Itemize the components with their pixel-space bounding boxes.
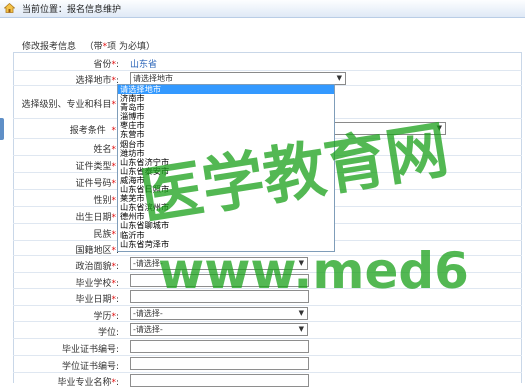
name-label: 姓名*:: [93, 145, 119, 155]
degree-select[interactable]: -请选择- ▼: [130, 323, 308, 336]
city-option[interactable]: 东营市: [118, 130, 334, 139]
row-grad-cert: 毕业证书编号:: [13, 338, 522, 356]
province-label: 省份*:: [93, 60, 119, 70]
row-grad-date: 毕业日期*:: [13, 288, 522, 306]
city-option[interactable]: 淄博市: [118, 112, 334, 121]
politics-label: 政治面貌*:: [75, 262, 119, 272]
breadcrumb: 当前位置：报名信息维护: [22, 5, 122, 15]
row-degree: 学位: -请选择- ▼: [13, 321, 522, 339]
city-option[interactable]: 济南市: [118, 93, 334, 103]
city-option[interactable]: 枣庄市: [118, 121, 334, 130]
city-option[interactable]: 山东省菏泽市: [118, 239, 334, 249]
grad-date-label: 毕业日期*:: [75, 295, 119, 305]
chevron-down-icon: ▼: [298, 309, 304, 317]
condition-label: 报考条件 *:: [69, 126, 119, 136]
degree-cert-label: 学位证书编号:: [61, 362, 119, 372]
city-option[interactable]: 山东省日照市: [118, 184, 334, 194]
city-option[interactable]: 请选择地市: [118, 85, 334, 95]
politics-select[interactable]: -请选择- ▼: [130, 257, 308, 270]
row-education: 学历*: -请选择- ▼: [13, 305, 522, 322]
city-dropdown-list[interactable]: 请选择地市 济南市 青岛市 淄博市 枣庄市 东营市 烟台市 潍坊市 山东省济宁市…: [117, 84, 335, 252]
grad-date-input[interactable]: [130, 290, 309, 303]
row-degree-cert: 学位证书编号:: [13, 355, 522, 373]
row-school: 毕业学校*:: [13, 272, 522, 289]
city-option[interactable]: 山东省聊城市: [118, 221, 334, 230]
city-option[interactable]: 山东省滨州市: [118, 203, 334, 212]
id-number-label: 证件号码*:: [75, 179, 119, 189]
required-note: （带*项 为必填）: [84, 42, 156, 52]
education-select[interactable]: -请选择- ▼: [130, 307, 308, 320]
level-label: 选择级别、专业和科目*:: [21, 100, 119, 110]
chevron-down-icon: ▼: [336, 74, 342, 82]
chevron-down-icon: ▼: [436, 124, 442, 132]
province-value: 山东省: [130, 60, 158, 70]
major-input[interactable]: [130, 374, 309, 387]
form-title-text: 修改报考信息: [22, 42, 77, 52]
city-option[interactable]: 烟台市: [118, 139, 334, 149]
chevron-down-icon: ▼: [298, 259, 304, 267]
city-option[interactable]: 山东省泰安市: [118, 166, 334, 176]
form-title: 修改报考信息 （带*项 为必填）: [22, 39, 155, 52]
grad-cert-input[interactable]: [130, 340, 309, 353]
chevron-down-icon: ▼: [298, 325, 304, 333]
row-major: 毕业专业名称*:: [13, 372, 522, 388]
row-province: 省份*: 山东省: [13, 53, 522, 71]
id-type-label: 证件类型*:: [75, 162, 119, 172]
breadcrumb-bar: 当前位置：报名信息维护: [0, 0, 525, 18]
grad-cert-label: 毕业证书编号:: [61, 345, 119, 355]
sidebar-toggle-handle[interactable]: [0, 118, 4, 140]
row-politics: 政治面貌*: -请选择- ▼: [13, 255, 522, 273]
birth-label: 出生日期*:: [75, 213, 119, 223]
gender-label: 性别*:: [93, 196, 119, 206]
degree-cert-input[interactable]: [130, 357, 309, 370]
home-icon[interactable]: [4, 3, 15, 13]
degree-label: 学位:: [97, 328, 119, 338]
city-option[interactable]: 青岛市: [118, 103, 334, 112]
school-input[interactable]: [130, 274, 309, 287]
ethnicity-label: 民族*:: [93, 230, 119, 240]
